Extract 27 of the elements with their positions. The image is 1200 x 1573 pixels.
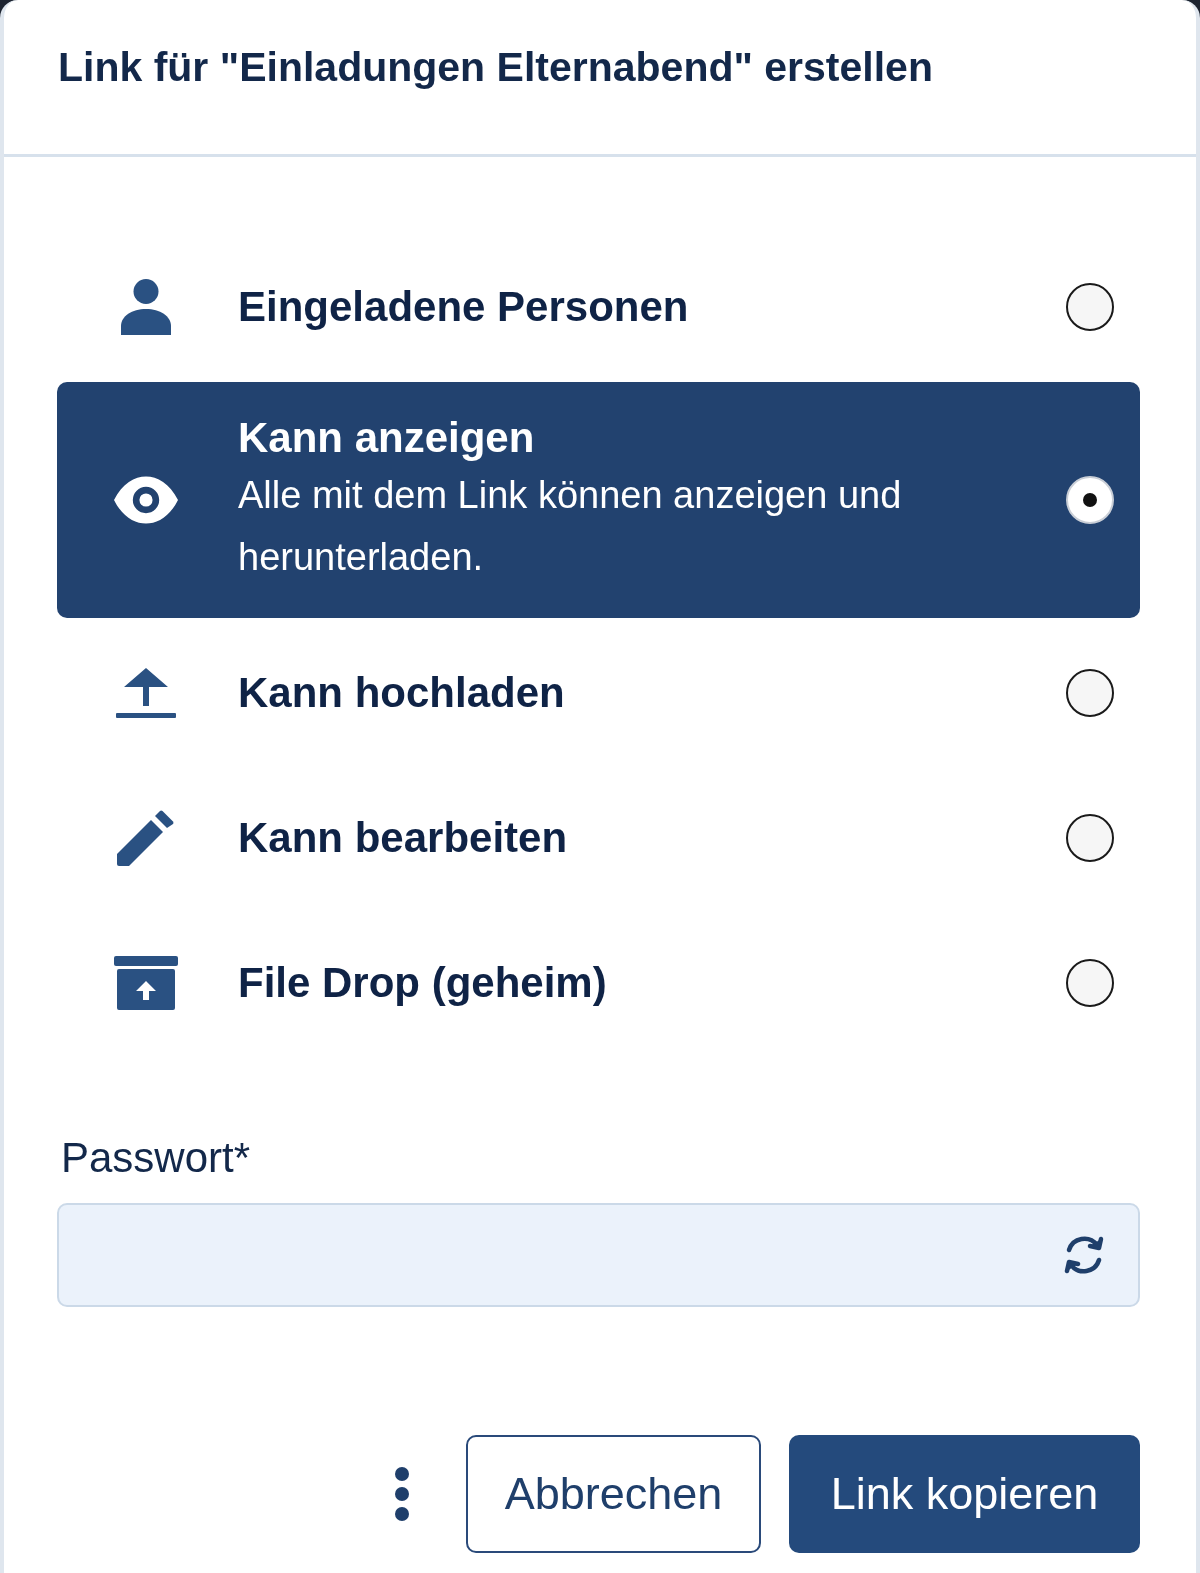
option-label: Kann anzeigen — [238, 413, 535, 463]
radio-button[interactable] — [1066, 959, 1114, 1007]
option-label: Eingeladene Personen — [238, 282, 689, 332]
option-description: Alle mit dem Link können anzeigen und herunterladen. — [238, 473, 903, 580]
cancel-button[interactable]: Abbrechen — [466, 1435, 761, 1553]
copy-link-button[interactable]: Link kopieren — [789, 1435, 1140, 1553]
option-item[interactable]: Kann bearbeiten — [57, 768, 1140, 908]
option-label: Kann bearbeiten — [238, 813, 568, 863]
password-label: Passwort* — [61, 1133, 251, 1183]
radio-button[interactable] — [1066, 669, 1114, 717]
archive-upload-icon — [114, 956, 178, 1010]
refresh-icon[interactable] — [1062, 1233, 1106, 1277]
option-label: File Drop (geheim) — [238, 958, 607, 1008]
person-icon — [121, 279, 171, 335]
vertical-dots-icon[interactable] — [394, 1466, 410, 1522]
option-label: Kann hochladen — [238, 668, 565, 718]
radio-button[interactable] — [1066, 283, 1114, 331]
option-item[interactable]: Kann anzeigen Alle mit dem Link können anzeigen und herunterladen. — [57, 382, 1140, 618]
option-item[interactable]: File Drop (geheim) — [57, 913, 1140, 1053]
option-item[interactable]: Eingeladene Personen — [57, 237, 1140, 377]
upload-icon — [116, 668, 176, 718]
option-item[interactable]: Kann hochladen — [57, 623, 1140, 763]
password-field[interactable] — [57, 1203, 1140, 1307]
eye-icon — [114, 475, 178, 525]
pencil-icon — [117, 810, 175, 866]
dialog-title: Link für "Einladungen Elternabend" erstellen — [58, 43, 933, 92]
radio-button[interactable] — [1066, 814, 1114, 862]
